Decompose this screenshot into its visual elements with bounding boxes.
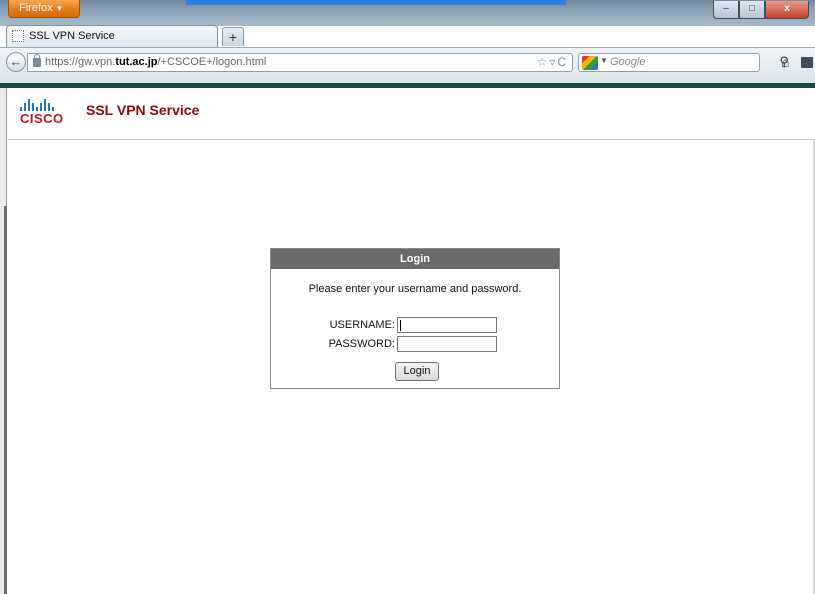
cisco-wordmark: CISCO <box>20 111 64 126</box>
login-panel: Login Please enter your username and pas… <box>270 248 560 389</box>
password-label: PASSWORD: <box>328 338 395 350</box>
left-frame-accent <box>4 206 7 594</box>
google-icon[interactable] <box>582 56 598 70</box>
minimize-button[interactable]: – <box>713 1 739 19</box>
firefox-menu-button[interactable]: Firefox ▼ <box>8 0 80 18</box>
login-panel-header: Login <box>271 249 559 269</box>
search-bar[interactable]: ▼ Google ⚲ <box>578 53 789 72</box>
page-title: SSL VPN Service <box>86 102 200 118</box>
page-header: CISCO SSL VPN Service <box>8 88 815 140</box>
url-path: /+CSCOE+/logon.html <box>157 56 267 68</box>
username-input[interactable] <box>397 317 497 333</box>
firefox-menu-label: Firefox <box>19 2 53 14</box>
chevron-down-icon: ▼ <box>55 4 64 13</box>
cisco-bars-icon <box>18 97 68 111</box>
text-cursor <box>400 320 401 331</box>
search-placeholder: Google <box>610 56 646 68</box>
tab-ssl-vpn-service[interactable]: SSL VPN Service <box>6 25 218 47</box>
username-row: USERNAME: <box>271 317 559 333</box>
close-button[interactable]: x <box>765 1 809 19</box>
reload-icon[interactable]: C <box>557 55 568 69</box>
url-domain: tut.ac.jp <box>115 56 158 68</box>
star-icon[interactable]: ☆ <box>537 55 550 69</box>
bookmarks-icon[interactable] <box>801 57 813 68</box>
new-tab-button[interactable]: + <box>222 27 244 46</box>
chevron-down-icon: ▼ <box>600 56 608 65</box>
tab-title: SSL VPN Service <box>29 30 115 42</box>
address-bar[interactable]: https://gw.vpn.tut.ac.jp/+CSCOE+/logon.h… <box>27 53 573 72</box>
login-button[interactable]: Login <box>395 362 439 381</box>
url-prefix: https://gw.vpn. <box>45 56 116 68</box>
navigation-toolbar: ← https://gw.vpn.tut.ac.jp/+CSCOE+/logon… <box>0 47 815 83</box>
maximize-button[interactable]: □ <box>739 1 765 19</box>
password-input[interactable] <box>397 336 497 352</box>
login-instructions: Please enter your username and password. <box>308 283 522 295</box>
cisco-logo: CISCO <box>18 97 68 129</box>
window-controls: – □ x <box>713 1 809 19</box>
home-icon[interactable]: ⌂ <box>781 54 789 70</box>
overlay-banner <box>186 0 566 5</box>
back-arrow-icon[interactable]: ← <box>6 52 26 72</box>
password-row: PASSWORD: <box>271 336 559 352</box>
lock-icon <box>33 54 41 67</box>
favicon-icon <box>12 30 24 42</box>
username-label: USERNAME: <box>329 319 395 331</box>
